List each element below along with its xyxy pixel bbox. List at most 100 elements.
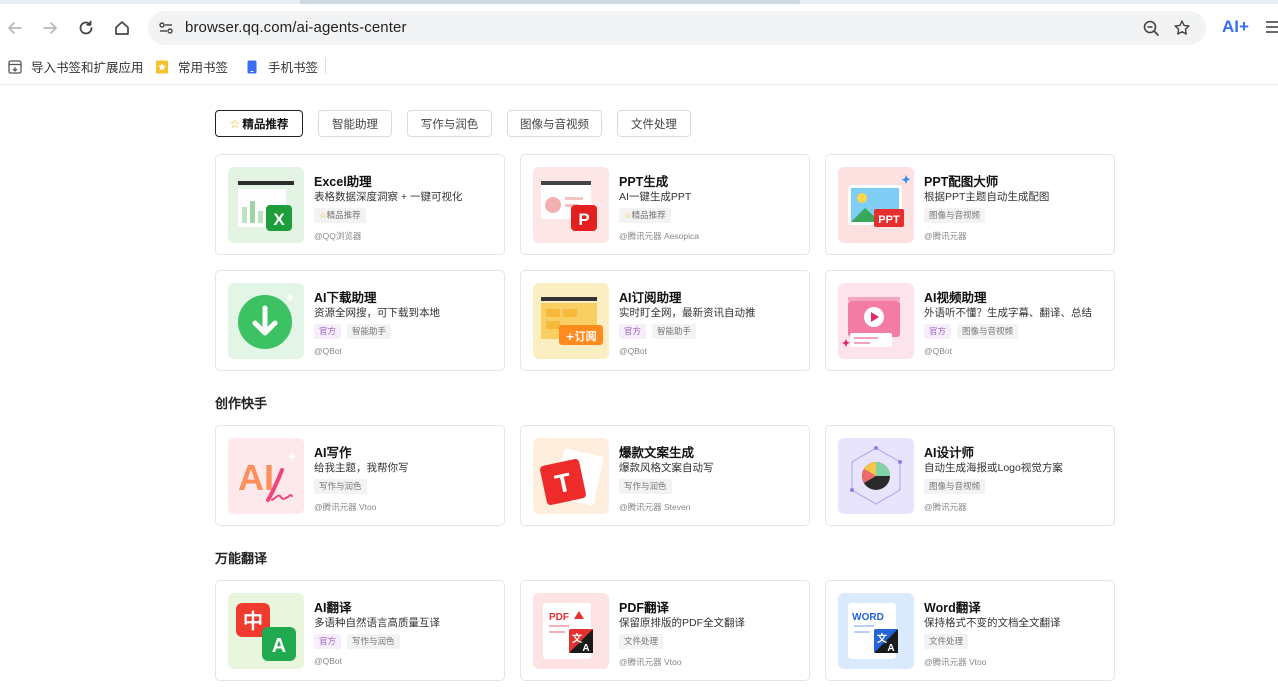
tag-category: 写作与润色	[619, 479, 672, 494]
tag-official: 官方	[314, 634, 342, 649]
designer-icon	[838, 438, 914, 514]
bookmark-divider	[325, 58, 326, 74]
card-author: @腾讯元器 Steven	[619, 502, 691, 512]
excel-icon: X	[228, 167, 304, 243]
bookmark-star-icon[interactable]	[1173, 19, 1191, 37]
card-title: 爆款文案生成	[619, 446, 695, 460]
copywriting-icon: T	[533, 438, 609, 514]
card-author: @QBot	[619, 346, 647, 356]
card-description: 实时盯全网，最新资讯自动推	[619, 307, 756, 319]
agent-card-pdf-translate[interactable]: PDF 文 A PDF翻译 保留原排版的PDF全文翻译 文件处理 @腾讯元器 V…	[520, 580, 810, 681]
tag-category: 图像与音视频	[924, 208, 986, 223]
bookmark-favorites[interactable]: 常用书签	[155, 57, 228, 76]
card-description: 爆款风格文案自动写	[619, 462, 714, 474]
bookmark-mobile[interactable]: 手机书签	[245, 57, 318, 76]
card-author: @腾讯元器 Vtoo	[314, 502, 377, 512]
tag-featured: ☆精品推荐	[314, 208, 366, 223]
home-button[interactable]	[111, 17, 133, 39]
card-title: AI订阅助理	[619, 291, 682, 305]
writing-icon: AI	[228, 438, 304, 514]
tab-file[interactable]: 文件处理	[617, 110, 691, 137]
reload-icon	[79, 20, 93, 35]
tab-featured[interactable]: ☆ 精品推荐	[215, 110, 303, 137]
agent-card-translate[interactable]: 中 A AI翻译 多语种自然语言高质量互译 官方 写作与润色 @QBot	[215, 580, 505, 681]
url-text[interactable]: browser.qq.com/ai-agents-center	[185, 19, 407, 36]
translate-icon: 中 A	[228, 593, 304, 669]
agent-card-video[interactable]: AI视频助理 外语听不懂？生成字幕、翻译、总结 官方 图像与音视频 @QBot	[825, 270, 1115, 371]
site-settings-icon[interactable]	[158, 20, 174, 36]
svg-text:A: A	[887, 643, 894, 654]
card-title: AI设计师	[924, 446, 975, 460]
card-tags: 图像与音视频	[924, 208, 986, 223]
import-bookmark-icon	[8, 59, 22, 74]
agent-card-subscribe[interactable]: +订阅 AI订阅助理 实时盯全网，最新资讯自动推 官方 智能助手 @QBot	[520, 270, 810, 371]
tag-category: 图像与音视频	[924, 479, 986, 494]
tab-assistant[interactable]: 智能助理	[318, 110, 392, 137]
tab-strip-segment	[300, 0, 800, 4]
ai-plus-button[interactable]: AI+	[1222, 17, 1249, 37]
bookmark-label: 常用书签	[178, 61, 229, 75]
card-title: AI下载助理	[314, 291, 377, 305]
tab-image-video[interactable]: 图像与音视频	[507, 110, 602, 137]
svg-text:A: A	[272, 635, 286, 657]
agent-card-ppt[interactable]: P PPT生成 AI一键生成PPT ☆精品推荐 @腾讯元器 Aesopica	[520, 154, 810, 255]
tag-category: 写作与润色	[347, 634, 400, 649]
svg-text:PPT: PPT	[878, 214, 900, 226]
card-tags: ☆精品推荐	[314, 208, 366, 223]
section-title-creation: 创作快手	[215, 396, 268, 411]
agent-card-designer[interactable]: AI设计师 自动生成海报或Logo视觉方案 图像与音视频 @腾讯元器	[825, 425, 1115, 526]
ppt-icon: P	[533, 167, 609, 243]
star-icon: ☆	[624, 210, 632, 220]
svg-text:文: 文	[877, 632, 888, 645]
card-tags: ☆精品推荐	[619, 208, 671, 223]
card-author: @腾讯元器 Vtoo	[924, 657, 987, 667]
tag-category: 写作与润色	[314, 479, 367, 494]
svg-text:P: P	[578, 210, 589, 229]
agent-card-excel[interactable]: X Excel助理 表格数据深度洞察 + 一键可视化 ☆精品推荐 @QQ浏览器	[215, 154, 505, 255]
card-tags: 写作与润色	[314, 479, 367, 494]
card-description: 根据PPT主题自动生成配图	[924, 191, 1050, 203]
bookmark-label: 手机书签	[268, 61, 319, 75]
card-description: 资源全网搜，可下载到本地	[314, 307, 440, 319]
agent-card-ppt-image[interactable]: PPT PPT配图大师 根据PPT主题自动生成配图 图像与音视频 @腾讯元器	[825, 154, 1115, 255]
tab-label: 写作与润色	[420, 118, 479, 131]
card-description: 外语听不懂？生成字幕、翻译、总结	[924, 307, 1092, 319]
card-description: 给我主题，我帮你写	[314, 462, 409, 474]
card-tags: 官方 智能助手	[314, 324, 392, 339]
bookmark-import[interactable]: 导入书签和扩展应用	[8, 57, 144, 76]
video-icon	[838, 283, 914, 359]
card-description: 保持格式不变的文档全文翻译	[924, 617, 1061, 629]
card-author: @腾讯元器 Aesopica	[619, 231, 699, 241]
section-title-translation: 万能翻译	[215, 551, 268, 566]
menu-icon[interactable]	[1265, 20, 1278, 34]
card-tags: 官方 图像与音视频	[924, 324, 1019, 339]
tag-category: 智能助手	[347, 324, 392, 339]
star-icon: ☆	[229, 116, 241, 131]
forward-button[interactable]	[39, 17, 61, 39]
card-title: Excel助理	[314, 175, 372, 189]
ppt-image-icon: PPT	[838, 167, 914, 243]
agent-card-download[interactable]: AI下载助理 资源全网搜，可下载到本地 官方 智能助手 @QBot	[215, 270, 505, 371]
card-author: @腾讯元器	[924, 231, 967, 241]
word-translate-icon: WORD 文 A	[838, 593, 914, 669]
card-author: @QBot	[314, 346, 342, 356]
reload-button[interactable]	[75, 17, 97, 39]
back-arrow-icon	[8, 22, 22, 34]
svg-text:+订阅: +订阅	[565, 329, 596, 343]
phone-bookmark-icon	[247, 60, 257, 73]
address-bar[interactable]: browser.qq.com/ai-agents-center	[148, 11, 1206, 45]
card-tags: 图像与音视频	[924, 479, 986, 494]
subscribe-icon: +订阅	[533, 283, 609, 359]
tag-category: 智能助手	[652, 324, 697, 339]
agent-card-writing[interactable]: AI AI写作 给我主题，我帮你写 写作与润色 @腾讯元器 Vtoo	[215, 425, 505, 526]
bookmark-label: 导入书签和扩展应用	[31, 61, 144, 75]
tab-writing[interactable]: 写作与润色	[407, 110, 492, 137]
zoom-out-icon[interactable]	[1142, 19, 1160, 37]
back-button[interactable]	[4, 17, 26, 39]
svg-text:WORD: WORD	[852, 612, 884, 623]
card-tags: 写作与润色	[619, 479, 672, 494]
agent-card-word-translate[interactable]: WORD 文 A Word翻译 保持格式不变的文档全文翻译 文件处理 @腾讯元器…	[825, 580, 1115, 681]
agent-card-copywriting[interactable]: T 爆款文案生成 爆款风格文案自动写 写作与润色 @腾讯元器 Steven	[520, 425, 810, 526]
card-title: PDF翻译	[619, 601, 670, 615]
card-author: @QBot	[924, 346, 952, 356]
